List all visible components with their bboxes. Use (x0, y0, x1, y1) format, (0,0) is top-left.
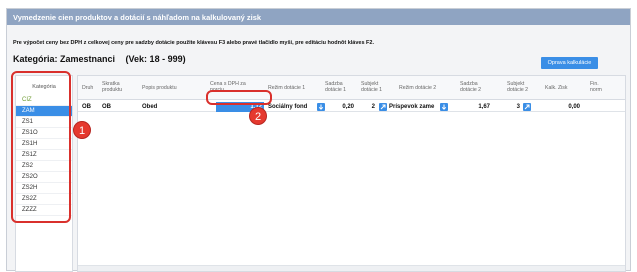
table-row[interactable]: OB OB Obed 1,12 Sociálny fond 0,20 2 Prí… (78, 102, 625, 112)
column-header-sadzba2[interactable]: Sadzba dotácie 2 (460, 81, 486, 93)
dropdown-arrow-icon[interactable] (317, 103, 325, 111)
open-subject-icon[interactable] (523, 103, 531, 111)
category-heading: Kategória: Zamestnanci (Vek: 18 - 999) (13, 54, 194, 64)
cell-rezim1: Sociálny fond (268, 104, 308, 110)
column-header-subjekt2[interactable]: Subjekt dotácie 2 (507, 81, 531, 93)
instructions-text: Pre výpočet ceny bez DPH z celkovej ceny… (13, 40, 374, 46)
product-grid: Druh Skratka produktu Popis produktu Cen… (77, 75, 626, 272)
horizontal-scrollbar[interactable] (78, 265, 625, 271)
cell-druh: OB (82, 104, 91, 110)
grid-header: Druh Skratka produktu Popis produktu Cen… (78, 76, 625, 100)
cell-sadzba1: 0,20 (342, 104, 354, 110)
annotation-badge-2: 2 (249, 107, 267, 125)
column-header-popis[interactable]: Popis produktu (142, 85, 177, 91)
annotation-badge-1: 1 (73, 121, 91, 139)
column-header-zisk[interactable]: Kalk. Zisk (545, 85, 567, 91)
column-header-rezim2[interactable]: Režim dotácie 2 (399, 85, 436, 91)
column-header-sadzba1[interactable]: Sadzba dotácie 1 (325, 81, 351, 93)
cell-zisk: 0,00 (568, 104, 580, 110)
category-title: Kategória: Zamestnanci (13, 54, 116, 64)
fix-calculation-button[interactable]: Oprava kalkulácie (541, 57, 598, 69)
cell-popis: Obed (142, 104, 158, 110)
cell-rezim2: Príspevok zame (389, 104, 435, 110)
age-range: (Vek: 18 - 999) (125, 54, 186, 64)
column-header-fin-norm[interactable]: Fin. norm (590, 81, 608, 93)
cell-skratka: OB (102, 104, 111, 110)
column-header-subjekt1[interactable]: Subjekt dotácie 1 (361, 81, 385, 93)
cell-subjekt1: 2 (371, 104, 375, 110)
cell-subjekt2: 3 (516, 104, 520, 110)
column-header-skratka[interactable]: Skratka produktu (102, 81, 130, 93)
open-subject-icon[interactable] (379, 103, 387, 111)
dropdown-arrow-icon[interactable] (440, 103, 448, 111)
pricing-window: Vymedzenie cien produktov a dotácií s ná… (6, 8, 631, 272)
callout-category-list (11, 71, 71, 223)
callout-price-field (206, 90, 272, 105)
cell-sadzba2: 1,67 (478, 104, 490, 110)
column-header-druh[interactable]: Druh (82, 85, 93, 91)
column-header-rezim1[interactable]: Režim dotácie 1 (268, 85, 305, 91)
window-title: Vymedzenie cien produktov a dotácií s ná… (7, 9, 630, 25)
